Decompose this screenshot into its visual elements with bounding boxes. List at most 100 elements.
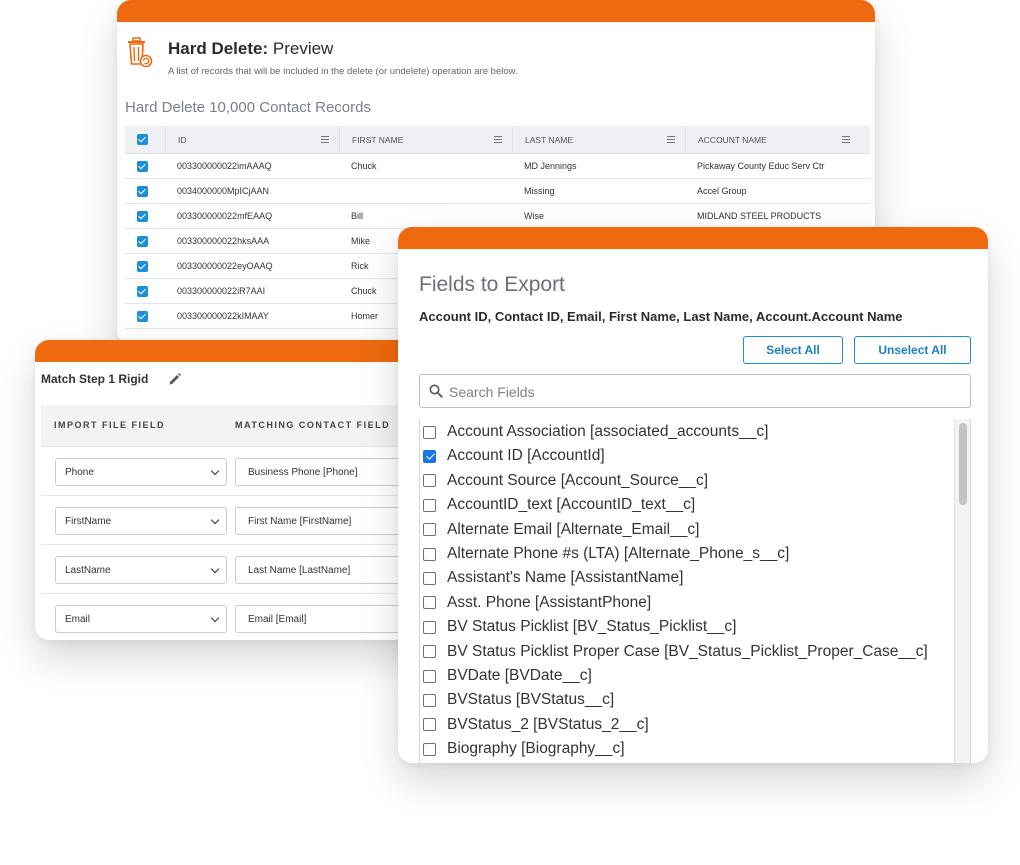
pencil-icon[interactable] <box>168 372 182 386</box>
cell-last-name: MD Jennings <box>524 161 577 171</box>
field-option[interactable]: Biography [Biography__c] <box>423 737 625 761</box>
import-field-select[interactable]: Phone <box>55 458 227 486</box>
row-checkbox[interactable] <box>125 204 165 228</box>
field-checkbox[interactable] <box>423 596 436 610</box>
field-checkbox[interactable] <box>423 547 436 561</box>
field-option[interactable]: Alternate Phone #s (LTA) [Alternate_Phon… <box>423 542 789 566</box>
menu-icon[interactable] <box>494 136 502 143</box>
field-label: Account Source [Account_Source__c] <box>447 471 709 489</box>
match-step-title: Match Step 1 Rigid <box>41 372 149 386</box>
select-all-button[interactable]: Select All <box>743 336 843 364</box>
menu-icon[interactable] <box>321 136 329 143</box>
section-heading: Hard Delete 10,000 Contact Records <box>125 99 371 116</box>
field-option[interactable]: BVStatus_2 [BVStatus_2__c] <box>423 713 649 737</box>
field-checkbox[interactable] <box>423 571 436 585</box>
panel-accent-bar <box>117 0 875 22</box>
field-option[interactable]: Account Source [Account_Source__c] <box>423 469 708 493</box>
fields-list: Account Association [associated_accounts… <box>419 419 971 763</box>
import-field-select[interactable]: FirstName <box>55 507 227 535</box>
cell-last-name: Missing <box>524 186 555 196</box>
field-checkbox[interactable] <box>423 669 436 683</box>
field-label: AccountID_text [AccountID_text__c] <box>447 496 696 514</box>
column-header-account-name[interactable]: ACCOUNT NAME <box>685 126 860 153</box>
row-checkbox[interactable] <box>125 304 165 328</box>
row-checkbox[interactable] <box>125 179 165 203</box>
field-checkbox[interactable] <box>423 620 436 634</box>
page-title: Hard Delete: Preview <box>168 39 334 58</box>
field-checkbox[interactable] <box>423 693 436 707</box>
field-checkbox[interactable] <box>423 474 436 488</box>
match-row: LastName Last Name [LastName] <box>41 545 435 594</box>
matching-field-value: Email [Email] <box>248 613 307 625</box>
field-option[interactable]: BV Status Picklist [BV_Status_Picklist__… <box>423 615 736 639</box>
field-option[interactable]: BVDate [BVDate__c] <box>423 664 592 688</box>
cell-account-name: Accel Group <box>697 186 747 196</box>
field-label: Alternate Phone #s (LTA) [Alternate_Phon… <box>447 545 790 562</box>
cell-id: 003300000022iR7AAI <box>177 286 266 296</box>
import-field-select[interactable]: LastName <box>55 556 227 584</box>
cell-id: 0034000000MpICjAAN <box>177 186 270 196</box>
field-option[interactable]: Asst. Phone [AssistantPhone] <box>423 591 651 615</box>
match-row: Phone Business Phone [Phone] <box>41 447 435 496</box>
field-checkbox[interactable] <box>423 523 436 537</box>
field-label: Account ID [AccountId] <box>447 447 605 465</box>
select-all-checkbox[interactable] <box>125 126 165 153</box>
fields-list-scrollbar[interactable] <box>954 419 970 763</box>
table-row[interactable]: 0034000000MpICjAAN Missing Accel Group <box>125 179 870 204</box>
field-option[interactable]: Account Association [associated_accounts… <box>423 420 768 444</box>
import-field-value: FirstName <box>65 515 112 527</box>
search-fields-input[interactable] <box>449 381 949 403</box>
import-field-select[interactable]: Email <box>55 605 227 633</box>
field-label: BV Status Picklist [BV_Status_Picklist__… <box>447 618 737 636</box>
field-label: Alternate Email [Alternate_Email__c] <box>447 520 700 538</box>
unselect-all-button[interactable]: Unselect All <box>854 336 971 364</box>
panel-accent-bar <box>398 227 988 249</box>
import-field-value: Phone <box>65 466 94 478</box>
field-option[interactable]: Alternate Email [Alternate_Email__c] <box>423 518 699 542</box>
import-field-value: LastName <box>65 564 111 576</box>
table-header-row: ID FIRST NAME LAST NAME ACCOUNT NAME <box>125 126 870 154</box>
row-checkbox[interactable] <box>125 229 165 253</box>
column-header-first-name[interactable]: FIRST NAME <box>339 126 512 153</box>
row-checkbox[interactable] <box>125 279 165 303</box>
field-checkbox[interactable] <box>423 645 436 659</box>
field-checkbox[interactable] <box>423 498 436 512</box>
column-header-last-name[interactable]: LAST NAME <box>512 126 685 153</box>
field-option[interactable]: AccountID_text [AccountID_text__c] <box>423 493 695 517</box>
field-option[interactable]: Account ID [AccountId] <box>423 444 605 468</box>
row-checkbox[interactable] <box>125 254 165 278</box>
search-fields-box[interactable] <box>419 374 971 408</box>
field-checkbox[interactable] <box>423 449 436 463</box>
cell-account-name: Pickaway County Educ Serv Ctr <box>697 161 825 171</box>
menu-icon[interactable] <box>667 136 675 143</box>
matching-field-value: First Name [FirstName] <box>248 515 352 527</box>
field-checkbox[interactable] <box>423 718 436 732</box>
column-header-import-file-field: IMPORT FILE FIELD <box>54 420 165 430</box>
field-checkbox[interactable] <box>423 425 436 439</box>
field-checkbox[interactable] <box>423 742 436 756</box>
table-row[interactable]: 003300000022mfEAAQ Bill Wise MIDLAND STEEL … <box>125 204 870 229</box>
trash-restore-icon <box>128 37 153 68</box>
search-icon <box>429 384 443 398</box>
cell-first-name: Bill <box>351 211 364 221</box>
table-row[interactable]: 003300000022imAAAQ Chuck MD Jennings Pickaw… <box>125 154 870 179</box>
field-option[interactable]: Assistant's Name [AssistantName] <box>423 566 683 590</box>
match-step-panel: Match Step 1 Rigid IMPORT FILE FIELD MAT… <box>35 340 435 640</box>
field-option[interactable]: BVStatus [BVStatus__c] <box>423 688 614 712</box>
page-subtitle: A list of records that will be included … <box>168 66 518 77</box>
matching-field-value: Last Name [LastName] <box>248 564 351 576</box>
matching-field-value: Business Phone [Phone] <box>248 466 358 478</box>
scrollbar-thumb[interactable] <box>959 423 967 505</box>
column-header-id[interactable]: ID <box>165 126 339 153</box>
row-checkbox[interactable] <box>125 154 165 178</box>
field-option[interactable]: BV Status Picklist Proper Case [BV_Statu… <box>423 640 928 664</box>
panel-accent-bar <box>35 340 435 362</box>
cell-id: 003300000022kIMAAY <box>177 311 269 321</box>
field-label: BV Status Picklist Proper Case [BV_Statu… <box>447 642 928 660</box>
chevron-down-icon <box>210 613 220 623</box>
chevron-down-icon <box>210 564 220 574</box>
match-row: Email Email [Email] <box>41 594 435 640</box>
menu-icon[interactable] <box>842 136 850 143</box>
field-label: BVStatus_2 [BVStatus_2__c] <box>447 715 649 733</box>
cell-account-name: MIDLAND STEEL PRODUCTS <box>697 211 822 221</box>
